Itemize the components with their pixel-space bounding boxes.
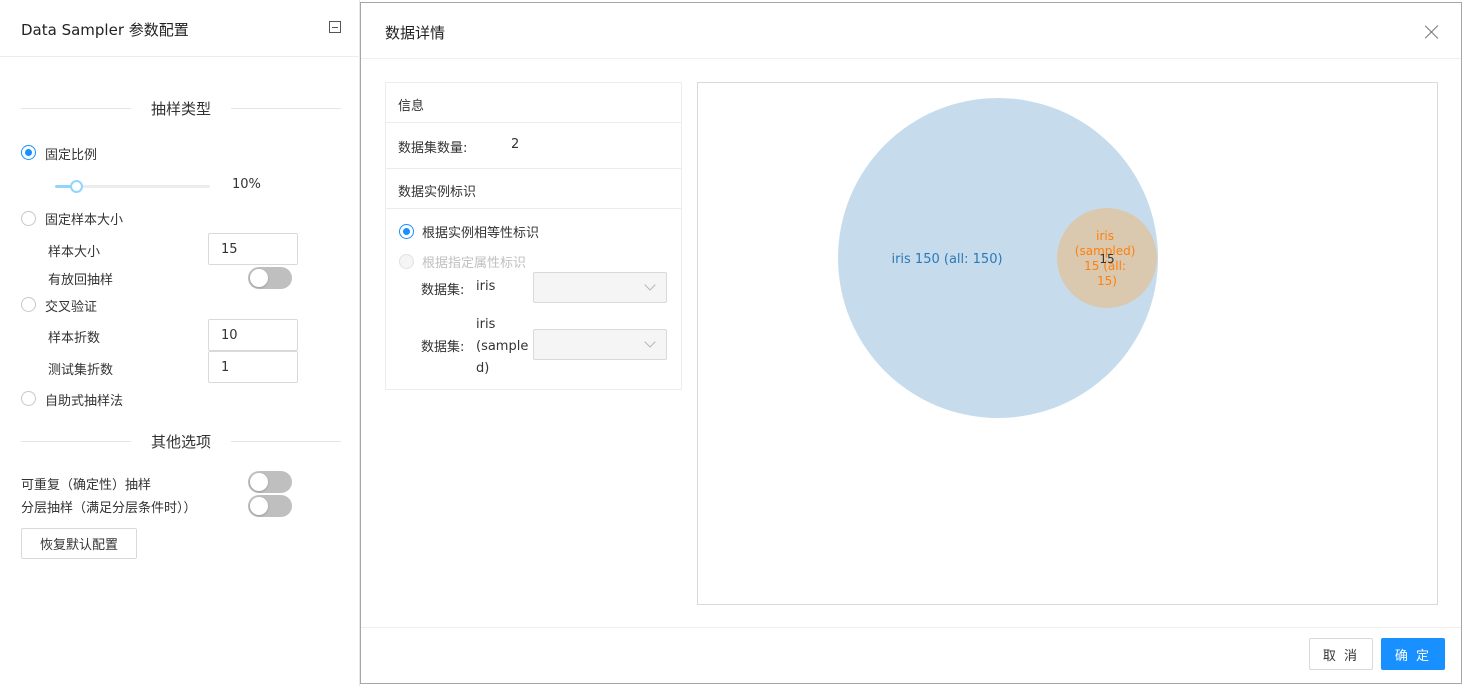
instance-heading: 数据实例标识 xyxy=(398,185,477,200)
stratified-toggle[interactable] xyxy=(248,495,292,517)
dataset-2-name-line: d) xyxy=(476,361,490,376)
ratio-value: 10% xyxy=(232,177,261,192)
sample-size-input[interactable] xyxy=(208,233,298,265)
dataset-1-label: 数据集: xyxy=(421,283,465,298)
collapse-icon[interactable] xyxy=(329,21,341,33)
identify-by-attribute-radio[interactable] xyxy=(399,254,414,269)
replacement-label: 有放回抽样 xyxy=(48,273,114,288)
cross-validation-label: 交叉验证 xyxy=(45,300,98,315)
other-options-heading: 其他选项 xyxy=(150,433,211,451)
venn-label-line: iris xyxy=(1096,229,1114,243)
venn-svg: iris 150 (all: 150) iris (sampled) 15 (a… xyxy=(838,98,1158,418)
test-folds-input[interactable] xyxy=(208,351,298,383)
identify-by-equality-label: 根据实例相等性标识 xyxy=(422,226,540,241)
ratio-slider[interactable] xyxy=(55,180,210,193)
identify-by-attribute-label: 根据指定属性标识 xyxy=(422,256,527,271)
data-details-modal: 数据详情 信息 数据集数量: 2 数据实例标识 根据实例相等性标识 根据指定属性… xyxy=(360,2,1462,684)
bootstrap-radio[interactable] xyxy=(21,391,36,406)
dataset-1-name: iris xyxy=(476,279,496,294)
venn-label-line: 15) xyxy=(1097,274,1117,288)
venn-intersection-count: 15 xyxy=(1099,252,1114,266)
chevron-down-icon xyxy=(644,279,656,291)
panel-header: Data Sampler 参数配置 xyxy=(0,0,360,57)
test-folds-label: 测试集折数 xyxy=(48,363,114,378)
cancel-button[interactable]: 取 消 xyxy=(1309,638,1373,670)
info-heading-row: 信息 xyxy=(386,83,681,123)
folds-input[interactable] xyxy=(208,319,298,351)
bootstrap-label: 自助式抽样法 xyxy=(45,394,124,409)
dataset-count-value: 2 xyxy=(511,137,520,152)
ratio-slider-fill xyxy=(55,185,71,188)
chevron-down-icon xyxy=(644,336,656,348)
modal-footer: 取 消 确 定 xyxy=(361,627,1461,683)
replicable-toggle[interactable] xyxy=(248,471,292,493)
dataset-2-name: iris (sample d) xyxy=(476,314,528,380)
close-icon[interactable] xyxy=(1425,25,1439,39)
other-options-divider: 其他选项 xyxy=(21,431,341,451)
sampling-type-divider: 抽样类型 xyxy=(21,98,341,118)
dataset-2-attribute-select[interactable] xyxy=(533,329,667,360)
dataset-2-name-line: (sample xyxy=(476,339,529,354)
ratio-slider-handle[interactable] xyxy=(70,180,83,193)
dataset-1-attribute-select[interactable] xyxy=(533,272,667,303)
replicable-label: 可重复（确定性）抽样 xyxy=(21,478,152,493)
sample-size-label: 样本大小 xyxy=(48,245,101,260)
dataset-2-label: 数据集: xyxy=(421,340,465,355)
ok-button[interactable]: 确 定 xyxy=(1381,638,1445,670)
venn-set-iris-label: iris 150 (all: 150) xyxy=(891,252,1002,267)
fixed-size-label: 固定样本大小 xyxy=(45,213,124,228)
reset-defaults-button[interactable]: 恢复默认配置 xyxy=(21,528,137,559)
modal-title: 数据详情 xyxy=(385,24,446,42)
venn-diagram: iris 150 (all: 150) iris (sampled) 15 (a… xyxy=(697,82,1438,605)
sampler-config-panel: Data Sampler 参数配置 抽样类型 固定比例 10% 固定样本大小 样… xyxy=(0,0,360,686)
folds-label: 样本折数 xyxy=(48,331,101,346)
identify-by-equality-radio[interactable] xyxy=(399,224,414,239)
dataset-count-row: 数据集数量: 2 xyxy=(386,123,681,169)
info-heading: 信息 xyxy=(398,99,425,114)
sampling-type-heading: 抽样类型 xyxy=(150,100,211,118)
fixed-ratio-label: 固定比例 xyxy=(45,148,98,163)
instance-heading-row: 数据实例标识 xyxy=(386,169,681,209)
fixed-ratio-radio[interactable] xyxy=(21,145,36,160)
modal-header: 数据详情 xyxy=(361,3,1461,59)
dataset-count-label: 数据集数量: xyxy=(398,141,468,156)
stratified-label: 分层抽样（满足分层条件时）） xyxy=(21,501,197,516)
dataset-2-name-line: iris xyxy=(476,317,496,332)
panel-title: Data Sampler 参数配置 xyxy=(21,21,189,39)
info-panel: 信息 数据集数量: 2 数据实例标识 根据实例相等性标识 根据指定属性标识 数据… xyxy=(385,82,682,390)
cross-validation-radio[interactable] xyxy=(21,297,36,312)
replacement-toggle[interactable] xyxy=(248,267,292,289)
fixed-size-radio[interactable] xyxy=(21,211,36,226)
